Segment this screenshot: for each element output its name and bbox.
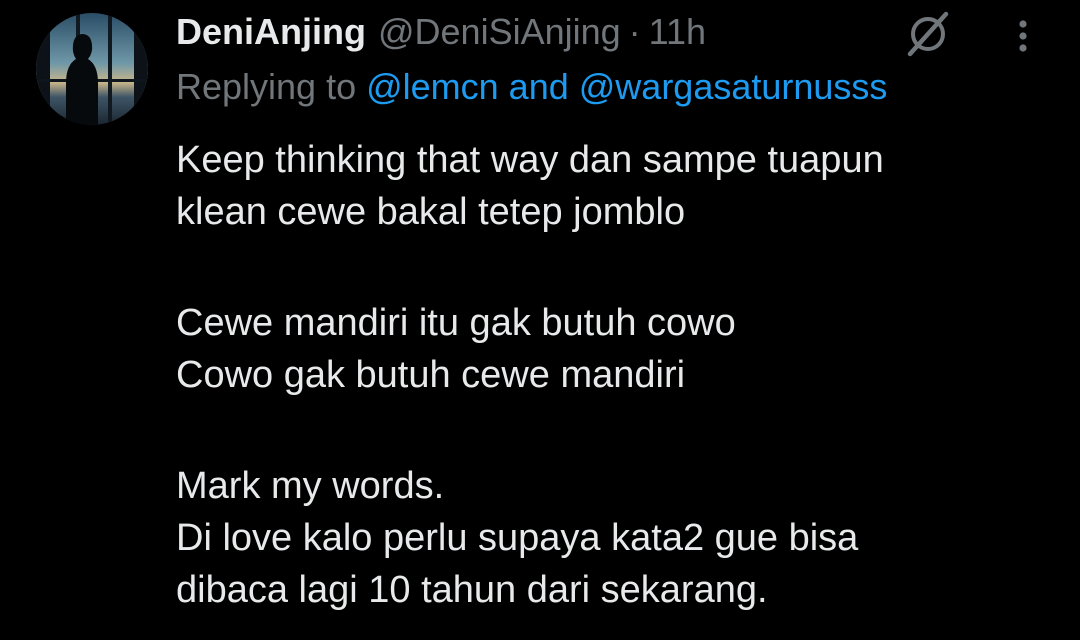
tweet-text: Keep thinking that way dan sampe tuapun …	[176, 134, 1056, 616]
header-separator: ·	[628, 11, 641, 52]
tweet-text-line: Cowo gak butuh cewe mandiri	[176, 354, 686, 396]
tweet-text-line: Di love kalo perlu supaya kata2 gue bisa	[176, 517, 859, 559]
replying-to-prefix: Replying to	[176, 66, 367, 107]
author-handle[interactable]: @DeniSiAnjing	[378, 11, 621, 53]
avatar-image-icon	[36, 13, 148, 125]
tweet-text-line: klean cewe bakal tetep jomblo	[176, 191, 686, 233]
tweet-text-line: Mark my words.	[176, 465, 445, 507]
avatar[interactable]	[36, 13, 148, 125]
replying-to: Replying to @lemcn and @wargasaturnusss	[176, 66, 887, 108]
timestamp[interactable]: 11h	[649, 11, 706, 53]
tweet-text-line: Cewe mandiri itu gak butuh cowo	[176, 302, 736, 344]
tweet-header: DeniAnjing @DeniSiAnjing · 11h	[176, 8, 706, 56]
tweet-text-line: Keep thinking that way dan sampe tuapun	[176, 139, 884, 181]
tweet[interactable]: DeniAnjing @DeniSiAnjing · 11h Replying …	[0, 0, 1080, 640]
tweet-text-line: dibaca lagi 10 tahun dari sekarang.	[176, 569, 768, 611]
author-display-name[interactable]: DeniAnjing	[176, 11, 366, 53]
more-options-icon[interactable]	[1006, 14, 1040, 58]
reply-mentions-link[interactable]: @lemcn and @wargasaturnusss	[366, 66, 887, 107]
grok-icon[interactable]	[900, 10, 956, 58]
